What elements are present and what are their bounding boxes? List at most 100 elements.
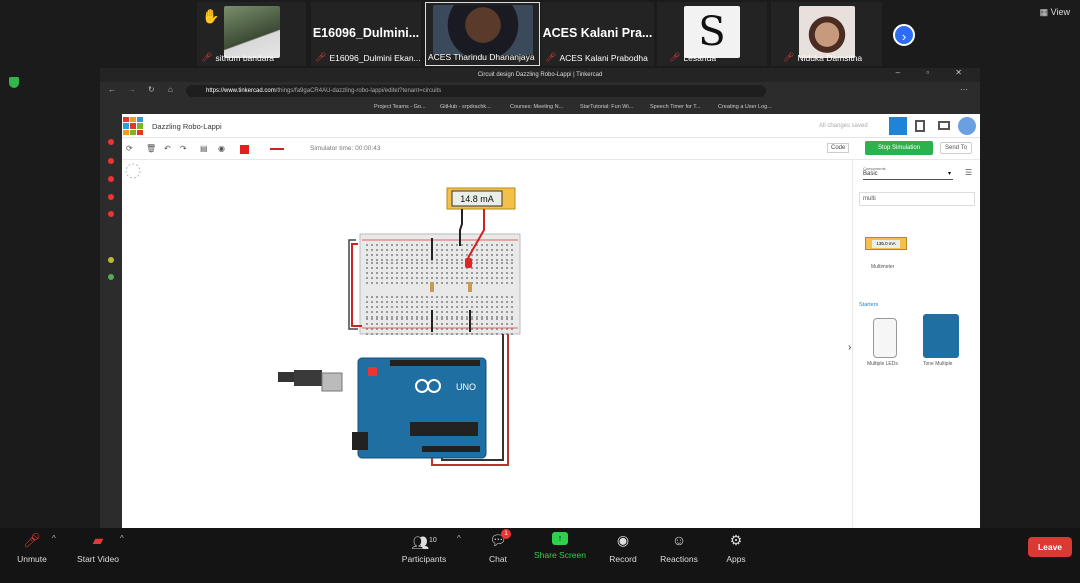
breadboard-hole <box>436 259 438 261</box>
chat-badge: 1 <box>501 529 511 539</box>
participant-tile[interactable]: 🎤︎ Niduka Damsitha <box>771 2 882 66</box>
breadboard-hole <box>461 267 463 269</box>
leave-button[interactable]: Leave <box>1028 537 1072 557</box>
breadboard-hole <box>436 323 438 325</box>
reload-icon[interactable]: ↻ <box>148 85 155 94</box>
record-button[interactable]: ◉ Record <box>604 528 642 564</box>
delete-icon[interactable]: 🗑︎ <box>146 144 156 153</box>
sidebar-app-icon[interactable] <box>108 257 114 263</box>
view-button[interactable]: ▦ View <box>1040 7 1070 18</box>
components-dropdown[interactable]: Components Basic ▾ <box>863 166 953 180</box>
forward-icon[interactable]: → <box>128 85 136 94</box>
bookmark[interactable]: Courses: Meeting N... <box>510 100 563 114</box>
home-icon[interactable]: ⌂ <box>168 85 173 94</box>
breadboard-hole <box>416 333 418 335</box>
breadboard-hole <box>501 296 503 298</box>
address-row: ← → ↻ ⌂ https://www.tinkercad.com/things… <box>100 82 980 100</box>
breadboard-hole <box>496 296 498 298</box>
starter-tone-multiple[interactable] <box>923 314 959 358</box>
sidebar-app-icon[interactable] <box>108 176 114 182</box>
breadboard-hole <box>476 316 478 318</box>
sidebar-app-icon[interactable] <box>108 274 114 280</box>
share-screen-button[interactable]: ↑ Share Screen <box>532 528 588 560</box>
rotate-icon[interactable]: ⟳ <box>126 144 133 153</box>
schematic-view-button[interactable] <box>938 121 950 130</box>
component-view-button[interactable] <box>915 120 925 132</box>
participant-video <box>432 5 533 55</box>
breadboard-hole <box>506 311 508 313</box>
breadboard-hole <box>466 301 468 303</box>
bookmark[interactable]: StarTutorial: Fun Wi... <box>580 100 633 114</box>
participants-button[interactable]: 👥︎10 Participants <box>396 528 452 564</box>
sidebar-app-icon[interactable] <box>108 194 114 200</box>
breadboard-hole <box>471 316 473 318</box>
chevron-up-icon[interactable]: ^ <box>457 534 461 543</box>
circuit-view-button[interactable] <box>889 117 907 135</box>
breadboard-hole <box>421 282 423 284</box>
unmute-button[interactable]: 🎤︎ Unmute <box>12 528 52 564</box>
breadboard-hole <box>441 249 443 251</box>
redo-icon[interactable]: ↷ <box>180 144 187 153</box>
back-icon[interactable]: ← <box>108 85 116 94</box>
breadboard-hole <box>506 244 508 246</box>
send-to-button[interactable]: Send To <box>940 142 972 154</box>
list-view-icon[interactable]: ☰ <box>965 168 972 177</box>
start-video-button[interactable]: ▰ Start Video <box>72 528 124 564</box>
url-bar[interactable]: https://www.tinkercad.com/things/fa9gaCR… <box>186 85 766 97</box>
breadboard-hole <box>416 323 418 325</box>
multimeter-component[interactable]: 135.0 mA <box>865 237 907 250</box>
apps-button[interactable]: ⚙ Apps <box>720 528 752 564</box>
design-title[interactable]: Dazzling Robo-Lappi <box>152 122 222 131</box>
color-picker[interactable] <box>240 145 249 154</box>
breadboard-hole <box>426 318 428 320</box>
menu-icon[interactable]: ⋯ <box>960 85 968 94</box>
wire-type-picker[interactable] <box>270 148 284 150</box>
breadboard-hole <box>401 323 403 325</box>
sidebar-app-icon[interactable] <box>108 139 114 145</box>
breadboard-hole <box>461 296 463 298</box>
circuit-drawing[interactable]: 14.8 mA UNO <box>122 160 852 528</box>
visibility-icon[interactable]: ◉ <box>218 144 225 153</box>
breadboard-hole <box>381 296 383 298</box>
breadboard-hole <box>471 306 473 308</box>
breadboard-hole <box>426 333 428 335</box>
participant-tile[interactable]: E16096_Dulmini... 🎤︎ E16096_Dulmini Ekan.… <box>311 2 421 66</box>
reactions-button[interactable]: ☺ Reactions <box>656 528 702 564</box>
search-input[interactable]: multi <box>859 192 975 206</box>
breadboard-hole <box>421 316 423 318</box>
tinkercad-logo[interactable] <box>123 117 143 135</box>
breadboard-hole <box>391 244 393 246</box>
starter-multiple-leds[interactable] <box>873 318 897 358</box>
chevron-up-icon[interactable]: ^ <box>120 534 124 543</box>
next-page-button[interactable]: › <box>893 24 915 46</box>
code-button[interactable]: Code <box>827 143 850 153</box>
breadboard-hole <box>396 262 398 264</box>
collapse-panel-icon[interactable]: › <box>848 342 851 353</box>
avatar[interactable] <box>958 117 976 135</box>
window-controls[interactable]: – ▫ ✕ <box>896 68 974 77</box>
breadboard-hole <box>451 262 453 264</box>
participant-tile[interactable]: ACES Kalani Pra... 🎤︎ ACES Kalani Prabodh… <box>541 2 654 66</box>
chevron-up-icon[interactable]: ^ <box>52 534 56 543</box>
breadboard-hole <box>456 296 458 298</box>
bookmark[interactable]: GitHub - srpdrachk... <box>440 100 491 114</box>
participant-tile-active[interactable]: ACES Tharindu Dhananjaya <box>425 2 540 66</box>
chat-button[interactable]: 💬︎ Chat 1 <box>482 528 514 564</box>
stop-simulation-button[interactable]: Stop Simulation <box>865 141 933 155</box>
bookmark[interactable]: Speech Timer for T... <box>650 100 701 114</box>
breadboard-hole <box>376 318 378 320</box>
bookmark[interactable]: Project Teams - Go... <box>374 100 426 114</box>
breadboard-hole <box>436 282 438 284</box>
breadboard-hole <box>391 262 393 264</box>
breadboard-hole <box>456 267 458 269</box>
circuit-canvas[interactable]: 14.8 mA UNO <box>122 160 852 528</box>
participant-tile[interactable]: S 🎤︎ Lesanda <box>657 2 767 66</box>
undo-icon[interactable]: ↶ <box>164 144 171 153</box>
breadboard-hole <box>381 323 383 325</box>
sidebar-app-icon[interactable] <box>108 158 114 164</box>
bookmark[interactable]: Creating a User Log... <box>718 100 772 114</box>
notes-icon[interactable]: ▤ <box>200 144 208 153</box>
sidebar-app-icon[interactable] <box>108 211 114 217</box>
breadboard-hole <box>446 277 448 279</box>
muted-mic-icon: 🎤︎ <box>669 52 681 62</box>
